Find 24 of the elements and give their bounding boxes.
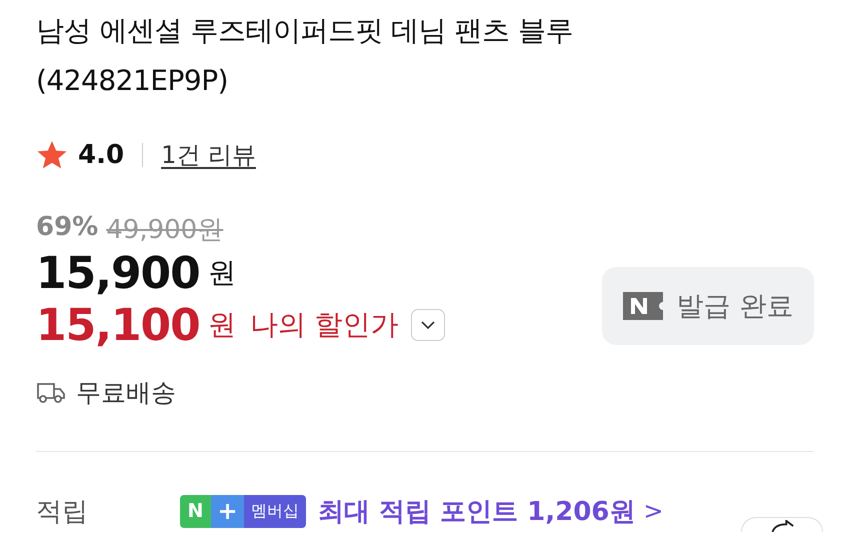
share-button[interactable] — [741, 517, 823, 532]
delivery-label: 무료배송 — [76, 377, 176, 409]
my-price-label: 나의 할인가 — [250, 307, 399, 343]
truck-icon — [36, 382, 66, 404]
currency-unit: 원 — [208, 307, 236, 343]
coupon-icon — [622, 292, 663, 320]
sale-price: 15,900 — [36, 248, 200, 298]
points-link[interactable]: 최대 적립 포인트 1,206원 — [318, 494, 636, 528]
my-price: 15,100 — [36, 300, 200, 350]
badge-plus-text: + — [211, 494, 244, 528]
reviews-link[interactable]: 1건 리뷰 — [161, 139, 256, 171]
product-title: 남성 에센셜 루즈테이퍼드핏 데님 팬츠 블루 (424821EP9P) — [36, 13, 574, 99]
star-icon — [36, 139, 68, 171]
chevron-text: > — [643, 497, 664, 525]
badge-n-text: N — [180, 494, 211, 528]
rating-score: 4.0 — [78, 140, 124, 170]
coupon-button[interactable]: 발급 완료 — [602, 267, 814, 345]
points-label: 적립 — [36, 496, 89, 528]
currency-unit: 원 — [208, 255, 236, 291]
expand-button[interactable] — [410, 309, 445, 341]
discount-rate: 69% — [36, 212, 98, 244]
caret-icon — [420, 321, 435, 329]
original-price: 49,900원 — [106, 214, 224, 247]
badge-text: 멤버십 — [244, 494, 306, 528]
